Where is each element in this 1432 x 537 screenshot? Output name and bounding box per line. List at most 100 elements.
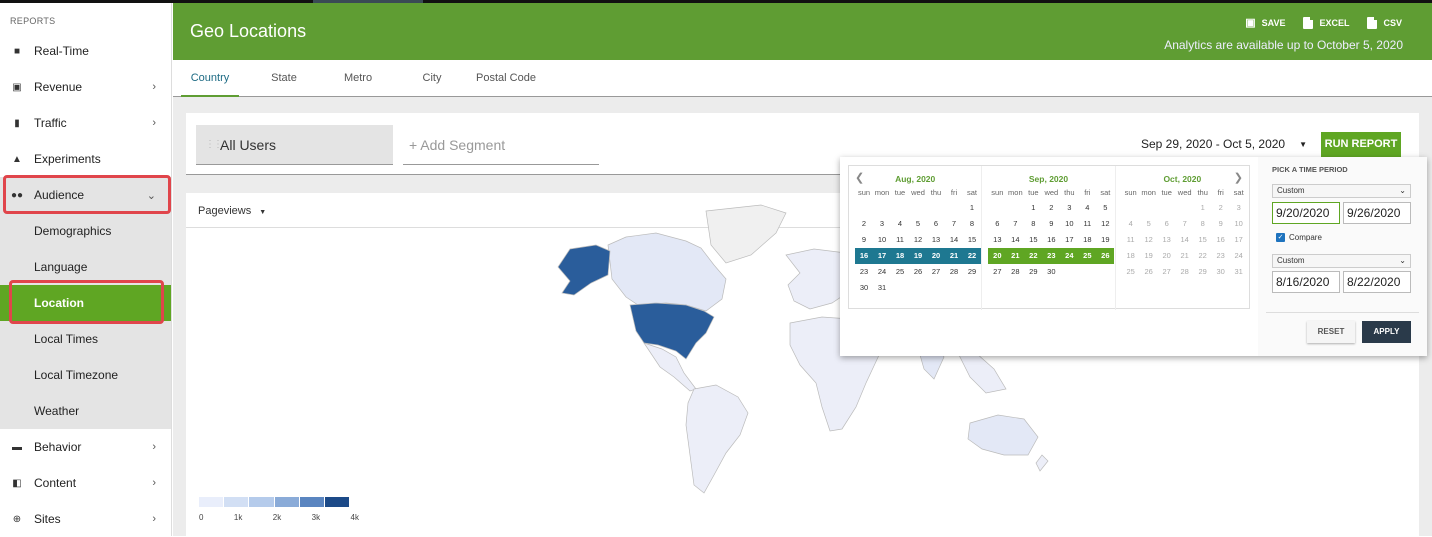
sidebar-item-demographics[interactable]: Demographics: [0, 213, 171, 249]
calendar-day[interactable]: 3: [1060, 200, 1078, 216]
end-date-input[interactable]: 9/26/2020: [1343, 202, 1411, 224]
calendar-day[interactable]: 17: [1060, 232, 1078, 248]
calendar-day[interactable]: 3: [873, 216, 891, 232]
calendar-day[interactable]: 18: [891, 248, 909, 264]
calendar-day[interactable]: 12: [1096, 216, 1114, 232]
calendar-day[interactable]: 27: [988, 264, 1006, 280]
sidebar-item-audience[interactable]: ●● Audience ⌄: [0, 177, 171, 213]
calendar-day[interactable]: 16: [1042, 232, 1060, 248]
calendar-day[interactable]: 14: [1176, 232, 1194, 248]
sidebar-item-traffic[interactable]: ▮ Traffic ›: [0, 105, 171, 141]
segment-all-users[interactable]: ⋮⋮ All Users: [196, 125, 393, 165]
calendar-day[interactable]: 15: [1194, 232, 1212, 248]
calendar-day[interactable]: 23: [1042, 248, 1061, 264]
calendar-day[interactable]: 12: [1140, 232, 1158, 248]
calendar-day[interactable]: 7: [945, 216, 963, 232]
calendar-day[interactable]: 2: [1042, 200, 1060, 216]
sidebar-item-location[interactable]: Location: [0, 285, 171, 321]
calendar-day[interactable]: 8: [963, 216, 981, 232]
calendar-day[interactable]: 13: [988, 232, 1006, 248]
calendar-day[interactable]: 4: [1122, 216, 1140, 232]
calendar-day[interactable]: 1: [1194, 200, 1212, 216]
calendar-day[interactable]: 27: [1158, 264, 1176, 280]
run-report-button[interactable]: RUN REPORT: [1321, 132, 1401, 157]
calendar-day[interactable]: 3: [1230, 200, 1248, 216]
calendar-day[interactable]: 21: [945, 248, 963, 264]
calendar-day[interactable]: 13: [1158, 232, 1176, 248]
calendar-day[interactable]: 6: [927, 216, 945, 232]
calendar-day[interactable]: 21: [1176, 248, 1194, 264]
next-month-icon[interactable]: ❯: [1234, 171, 1243, 184]
calendar-day[interactable]: 26: [1096, 248, 1115, 264]
calendar-day[interactable]: 18: [1122, 248, 1140, 264]
calendar-day[interactable]: 23: [1212, 248, 1230, 264]
calendar-day[interactable]: 22: [963, 248, 981, 264]
calendar-day[interactable]: 30: [1212, 264, 1230, 280]
calendar-day[interactable]: 25: [891, 264, 909, 280]
calendar-day[interactable]: 5: [909, 216, 927, 232]
calendar-day[interactable]: 11: [891, 232, 909, 248]
start-date-input[interactable]: 9/20/2020: [1272, 202, 1340, 224]
tab-country[interactable]: Country: [173, 60, 247, 97]
compare-preset-select[interactable]: Custom ⌄: [1272, 254, 1411, 268]
save-button[interactable]: ▣ SAVE: [1245, 16, 1285, 29]
tab-state[interactable]: State: [247, 60, 321, 96]
sidebar-item-revenue[interactable]: ▣ Revenue ›: [0, 69, 171, 105]
calendar-day[interactable]: 10: [1230, 216, 1248, 232]
calendar-day[interactable]: 13: [927, 232, 945, 248]
calendar-day[interactable]: 24: [1230, 248, 1248, 264]
calendar-day[interactable]: 4: [891, 216, 909, 232]
drag-handle-icon[interactable]: ⋮⋮: [205, 139, 223, 150]
calendar-day[interactable]: 2: [855, 216, 873, 232]
excel-button[interactable]: EXCEL: [1303, 16, 1349, 29]
calendar-day[interactable]: 24: [873, 264, 891, 280]
calendar-day[interactable]: 18: [1078, 232, 1096, 248]
calendar-day[interactable]: 14: [1006, 232, 1024, 248]
reset-button[interactable]: RESET: [1307, 321, 1355, 343]
calendar-day[interactable]: 17: [873, 248, 891, 264]
calendar-day[interactable]: 21: [1006, 248, 1025, 264]
calendar-day[interactable]: 5: [1140, 216, 1158, 232]
calendar-day[interactable]: 16: [1212, 232, 1230, 248]
calendar-day[interactable]: 15: [963, 232, 981, 248]
tab-postal-code[interactable]: Postal Code: [469, 60, 543, 96]
calendar-day[interactable]: 7: [1006, 216, 1024, 232]
period-preset-select[interactable]: Custom ⌄: [1272, 184, 1411, 198]
calendar-day[interactable]: 15: [1024, 232, 1042, 248]
calendar-day[interactable]: 19: [1140, 248, 1158, 264]
apply-button[interactable]: APPLY: [1362, 321, 1411, 343]
calendar-day[interactable]: 4: [1078, 200, 1096, 216]
calendar-day[interactable]: 30: [1042, 264, 1060, 280]
calendar-day[interactable]: 22: [1194, 248, 1212, 264]
calendar-day[interactable]: 9: [1042, 216, 1060, 232]
tab-metro[interactable]: Metro: [321, 60, 395, 96]
calendar-day[interactable]: 29: [1024, 264, 1042, 280]
calendar-day[interactable]: 17: [1230, 232, 1248, 248]
calendar-day[interactable]: 29: [963, 264, 981, 280]
calendar-day[interactable]: 1: [1024, 200, 1042, 216]
sidebar-item-weather[interactable]: Weather: [0, 393, 171, 429]
calendar-day[interactable]: 8: [1024, 216, 1042, 232]
calendar-day[interactable]: 10: [1060, 216, 1078, 232]
compare-end-date-input[interactable]: 8/22/2020: [1343, 271, 1411, 293]
calendar-day[interactable]: 31: [873, 280, 891, 296]
calendar-day[interactable]: 31: [1230, 264, 1248, 280]
calendar-day[interactable]: 6: [1158, 216, 1176, 232]
sidebar-item-language[interactable]: Language: [0, 249, 171, 285]
calendar-day[interactable]: 23: [855, 264, 873, 280]
calendar-day[interactable]: 25: [1078, 248, 1097, 264]
calendar-day[interactable]: 9: [855, 232, 873, 248]
tab-city[interactable]: City: [395, 60, 469, 96]
sidebar-item-local-times[interactable]: Local Times: [0, 321, 171, 357]
sidebar-item-behavior[interactable]: ▬ Behavior ›: [0, 429, 171, 465]
calendar-day[interactable]: 22: [1024, 248, 1043, 264]
calendar-day[interactable]: 2: [1212, 200, 1230, 216]
calendar-day[interactable]: 10: [873, 232, 891, 248]
calendar-day[interactable]: 5: [1096, 200, 1114, 216]
calendar-day[interactable]: 27: [927, 264, 945, 280]
csv-button[interactable]: CSV: [1367, 16, 1402, 29]
calendar-day[interactable]: 1: [963, 200, 981, 216]
sidebar-item-real-time[interactable]: ■ Real-Time: [0, 33, 171, 69]
calendar-day[interactable]: 28: [1006, 264, 1024, 280]
calendar-day[interactable]: 6: [988, 216, 1006, 232]
